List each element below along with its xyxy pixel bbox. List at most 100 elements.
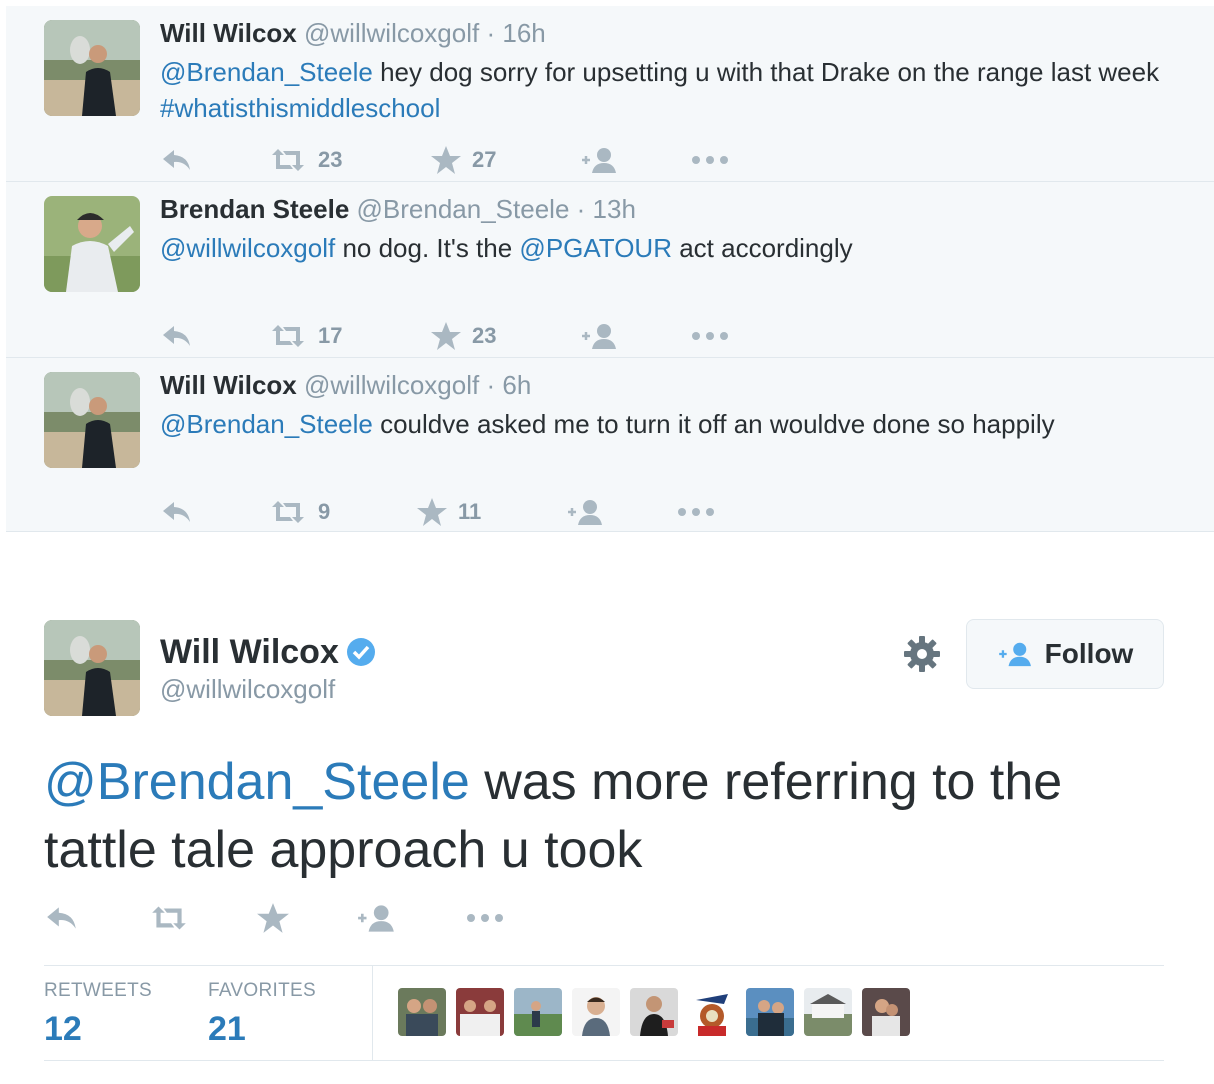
tweet-text: @willwilcoxgolf no dog. It's the @PGATOU… — [160, 230, 1180, 266]
retweets-label: RETWEETS — [44, 980, 152, 1001]
favorite-icon — [431, 146, 461, 174]
retweets-stat[interactable]: RETWEETS 12 — [44, 980, 152, 1049]
favorites-stat[interactable]: FAVORITES 21 — [208, 980, 316, 1049]
favoriter-avatar[interactable] — [746, 988, 794, 1036]
retweets-count: 12 — [44, 1010, 82, 1048]
screenname[interactable]: @willwilcoxgolf — [304, 18, 479, 48]
user-actions-button[interactable] — [902, 634, 942, 674]
avatar[interactable] — [44, 20, 140, 116]
tweet-header: Will Wilcox @willwilcoxgolf · 6h — [160, 370, 531, 400]
more-button[interactable] — [676, 492, 716, 532]
screenname[interactable]: @willwilcoxgolf — [304, 370, 479, 400]
favoriter-avatar[interactable] — [630, 988, 678, 1036]
favorite-button[interactable] — [256, 896, 290, 940]
favorite-button[interactable]: 11 — [416, 492, 481, 532]
more-button[interactable] — [690, 316, 730, 356]
favoriter-avatar[interactable] — [804, 988, 852, 1036]
favorite-count: 23 — [472, 323, 497, 348]
more-icon — [678, 508, 714, 516]
timestamp[interactable]: 16h — [502, 18, 545, 48]
screenname[interactable]: @Brendan_Steele — [357, 194, 570, 224]
more-button[interactable] — [464, 896, 506, 940]
favoriter-avatar[interactable] — [514, 988, 562, 1036]
reply-icon — [163, 150, 190, 170]
favorite-count: 27 — [472, 147, 497, 172]
follow-icon — [582, 148, 616, 173]
favorites-count: 21 — [208, 1010, 246, 1048]
retweet-button[interactable]: 17 — [268, 316, 342, 356]
screenname[interactable]: @willwilcoxgolf — [160, 674, 335, 705]
timestamp[interactable]: 6h — [502, 370, 531, 400]
tweet-header: Will Wilcox @willwilcoxgolf · 16h — [160, 18, 546, 48]
reply-icon — [163, 502, 190, 522]
ancestor-tweet[interactable]: Brendan Steele @Brendan_Steele · 13h @wi… — [6, 182, 1214, 358]
tweet-header: Brendan Steele @Brendan_Steele · 13h — [160, 194, 636, 224]
avatar[interactable] — [44, 196, 140, 292]
favorite-button[interactable]: 23 — [430, 316, 496, 356]
tweet-text: @Brendan_Steele hey dog sorry for upsett… — [160, 54, 1180, 126]
favoriter-avatar[interactable] — [398, 988, 446, 1036]
mention-link[interactable]: @willwilcoxgolf — [160, 233, 335, 263]
reply-button[interactable] — [160, 316, 194, 356]
tweet-text: @Brendan_Steele couldve asked me to turn… — [160, 406, 1180, 442]
mention-link[interactable]: @Brendan_Steele — [160, 57, 373, 87]
ancestor-tweet[interactable]: Will Wilcox @willwilcoxgolf · 6h @Brenda… — [6, 358, 1214, 532]
follow-button[interactable]: Follow — [966, 619, 1164, 689]
retweet-count: 17 — [318, 323, 343, 348]
retweet-count: 9 — [318, 499, 331, 524]
follow-icon — [358, 905, 394, 932]
retweet-icon — [152, 906, 186, 930]
favorite-icon — [417, 498, 447, 526]
permalink-tweet: Will Wilcox @willwilcoxgolf Follow @Bren… — [0, 560, 1214, 1084]
text-segment: hey dog sorry for upsetting u with that … — [372, 57, 1160, 87]
follow-user-button[interactable] — [356, 896, 398, 940]
favoriter-avatar[interactable] — [688, 988, 736, 1036]
fullname[interactable]: Will Wilcox — [160, 632, 377, 672]
reply-icon — [163, 326, 190, 346]
follow-user-button[interactable] — [566, 492, 606, 532]
favoriter-avatar[interactable] — [862, 988, 910, 1036]
hashtag-link[interactable]: #whatisthismiddleschool — [160, 93, 440, 123]
follow-icon — [998, 642, 1031, 667]
more-button[interactable] — [690, 140, 730, 180]
more-icon — [467, 914, 503, 922]
favoriter-avatar[interactable] — [572, 988, 620, 1036]
fullname[interactable]: Will Wilcox — [160, 370, 297, 400]
reply-button[interactable] — [44, 896, 80, 940]
follow-user-button[interactable] — [580, 316, 620, 356]
timestamp[interactable]: 13h — [593, 194, 636, 224]
reply-button[interactable] — [160, 140, 194, 180]
retweet-button[interactable] — [148, 896, 190, 940]
mention-link[interactable]: @Brendan_Steele — [160, 409, 373, 439]
tweet-actions: 9 11 — [160, 492, 760, 532]
text-segment: no dog. It's the — [335, 233, 520, 263]
favoriter-avatar[interactable] — [456, 988, 504, 1036]
conversation-ancestors: Will Wilcox @willwilcoxgolf · 16h @Brend… — [6, 6, 1214, 532]
retweet-icon — [272, 149, 304, 171]
avatar[interactable] — [44, 620, 140, 716]
avatar[interactable] — [44, 372, 140, 468]
text-segment: act accordingly — [671, 233, 853, 263]
favorite-count: 11 — [458, 499, 482, 524]
follow-user-button[interactable] — [580, 140, 620, 180]
retweet-button[interactable]: 23 — [268, 140, 342, 180]
verified-icon — [346, 638, 375, 666]
favorites-label: FAVORITES — [208, 980, 316, 1001]
time-separator: · — [486, 370, 496, 400]
fullname-text: Will Wilcox — [160, 633, 339, 671]
time-separator: · — [486, 18, 496, 48]
follow-icon — [568, 500, 602, 525]
favorite-button[interactable]: 27 — [430, 140, 496, 180]
mention-link[interactable]: @Brendan_Steele — [44, 753, 470, 811]
text-segment: couldve asked me to turn it off an would… — [372, 409, 1055, 439]
favorite-icon — [257, 903, 289, 933]
ancestor-tweet[interactable]: Will Wilcox @willwilcoxgolf · 16h @Brend… — [6, 6, 1214, 182]
retweet-button[interactable]: 9 — [268, 492, 330, 532]
reply-button[interactable] — [160, 492, 194, 532]
more-icon — [692, 156, 728, 164]
fullname[interactable]: Will Wilcox — [160, 18, 297, 48]
favoriter-avatars — [398, 988, 920, 1036]
reply-icon — [47, 907, 76, 929]
mention-link[interactable]: @PGATOUR — [519, 233, 672, 263]
fullname[interactable]: Brendan Steele — [160, 194, 349, 224]
